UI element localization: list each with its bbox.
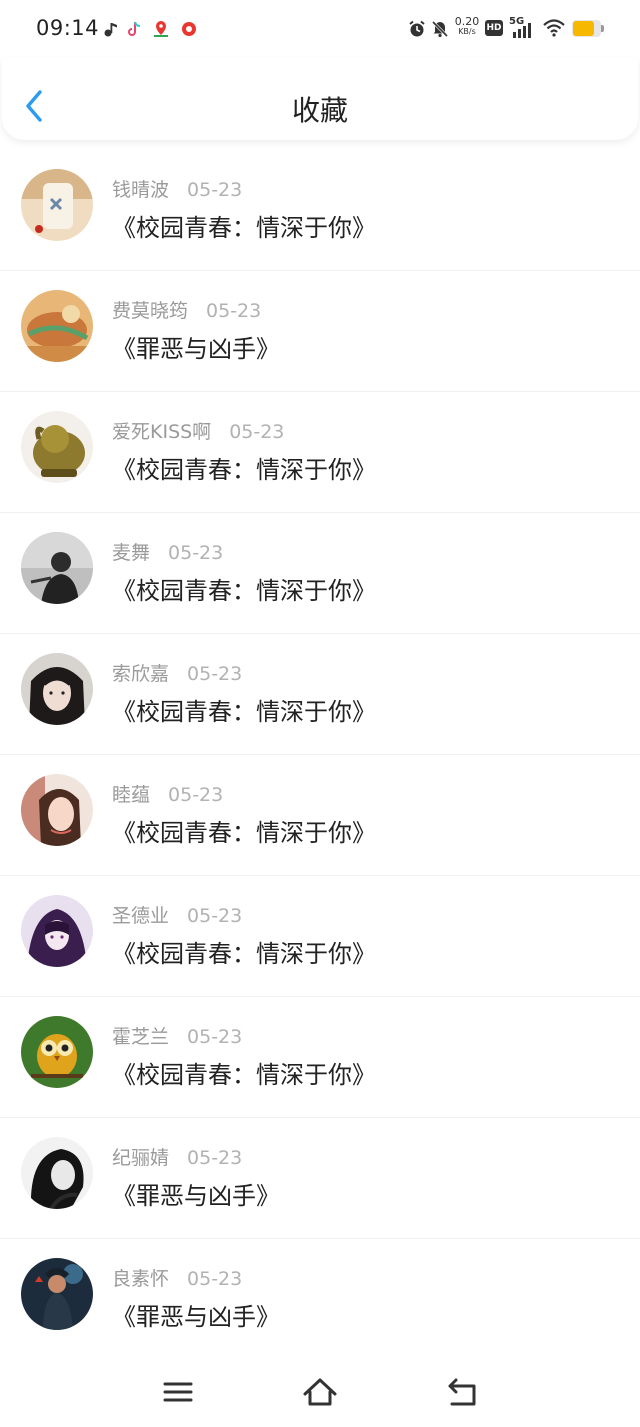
author-name: 良素怀: [112, 1268, 170, 1290]
post-date: 05-23: [187, 1147, 243, 1169]
avatar: [21, 774, 93, 846]
favorites-list: 钱晴波 05-23 《校园青春：情深于你》 费莫晓筠 05-23 《罪恶与凶手》 爱…: [0, 150, 640, 1359]
work-title[interactable]: 《校园青春：情深于你》: [112, 450, 376, 485]
signal-bar: [523, 26, 526, 38]
battery-tip: [601, 25, 604, 32]
author-name: 费莫晓筠: [112, 300, 189, 322]
list-item[interactable]: 睦蕴 05-23 《校园青春：情深于你》: [0, 755, 640, 876]
list-item[interactable]: 霍芝兰 05-23 《校园青春：情深于你》: [0, 997, 640, 1118]
signal-bar: [528, 23, 531, 38]
author-name: 霍芝兰: [112, 1026, 170, 1048]
avatar: [21, 532, 93, 604]
net-speed-value: 0.20: [454, 15, 480, 28]
avatar: [21, 1137, 93, 1209]
music-note-icon: [104, 23, 117, 37]
wifi-icon: [543, 19, 565, 37]
author-line: 索欣嘉 05-23: [112, 659, 242, 686]
system-nav-bar: [0, 1362, 640, 1427]
post-date: 05-23: [206, 300, 262, 322]
list-item[interactable]: 纪骊婧 05-23 《罪恶与凶手》: [0, 1118, 640, 1239]
alarm-icon: [409, 20, 425, 37]
post-date: 05-23: [229, 421, 285, 443]
avatar: [21, 1016, 93, 1088]
work-title[interactable]: 《校园青春：情深于你》: [112, 813, 376, 848]
tiktok-icon: [128, 21, 141, 36]
status-time: 09:14: [36, 16, 100, 40]
author-name: 爱死KISS啊: [112, 421, 212, 443]
list-item[interactable]: 良素怀 05-23 《罪恶与凶手》: [0, 1239, 640, 1359]
list-item[interactable]: 爱死KISS啊 05-23 《校园青春：情深于你》: [0, 392, 640, 513]
work-title[interactable]: 《罪恶与凶手》: [112, 329, 280, 364]
work-title[interactable]: 《罪恶与凶手》: [112, 1297, 280, 1332]
video-app-icon: [182, 22, 196, 36]
post-date: 05-23: [187, 663, 243, 685]
avatar: [21, 895, 93, 967]
home-icon[interactable]: [300, 1372, 340, 1412]
net-speed-unit: KB/s: [458, 27, 476, 36]
bell-off-icon: [431, 20, 449, 38]
author-name: 圣德业: [112, 905, 170, 927]
author-line: 睦蕴 05-23: [112, 780, 223, 807]
net-speed: 0.20 KB/s: [454, 15, 480, 37]
author-name: 纪骊婧: [112, 1147, 170, 1169]
author-line: 良素怀 05-23: [112, 1264, 242, 1291]
list-item[interactable]: 钱晴波 05-23 《校园青春：情深于你》: [0, 150, 640, 271]
post-date: 05-23: [168, 784, 224, 806]
work-title[interactable]: 《罪恶与凶手》: [112, 1176, 280, 1211]
avatar: [21, 1258, 93, 1330]
work-title[interactable]: 《校园青春：情深于你》: [112, 571, 376, 606]
list-item[interactable]: 圣德业 05-23 《校园青春：情深于你》: [0, 876, 640, 997]
signal-bar: [518, 29, 521, 38]
work-title[interactable]: 《校园青春：情深于你》: [112, 1055, 376, 1090]
work-title[interactable]: 《校园青春：情深于你》: [112, 208, 376, 243]
author-line: 麦舞 05-23: [112, 538, 223, 565]
post-date: 05-23: [168, 542, 224, 564]
author-name: 索欣嘉: [112, 663, 170, 685]
author-line: 爱死KISS啊 05-23: [112, 417, 284, 444]
signal-type: 5G: [509, 16, 525, 27]
avatar: [21, 411, 93, 483]
list-item[interactable]: 费莫晓筠 05-23 《罪恶与凶手》: [0, 271, 640, 392]
battery-icon: [572, 20, 604, 37]
hd-badge: HD: [485, 20, 503, 36]
work-title[interactable]: 《校园青春：情深于你》: [112, 692, 376, 727]
author-line: 钱晴波 05-23: [112, 175, 242, 202]
menu-icon[interactable]: [158, 1372, 198, 1412]
list-item[interactable]: 索欣嘉 05-23 《校园青春：情深于你》: [0, 634, 640, 755]
signal-bar: [513, 32, 516, 38]
author-name: 麦舞: [112, 542, 151, 564]
back-icon[interactable]: [442, 1372, 482, 1412]
author-name: 睦蕴: [112, 784, 151, 806]
work-title[interactable]: 《校园青春：情深于你》: [112, 934, 376, 969]
post-date: 05-23: [187, 1026, 243, 1048]
status-bar: 09:14 0.20 KB/s HD 5G: [0, 0, 640, 58]
cell-signal: 5G: [509, 16, 537, 40]
avatar: [21, 169, 93, 241]
post-date: 05-23: [187, 1268, 243, 1290]
page-title: 收藏: [291, 94, 348, 127]
author-name: 钱晴波: [112, 179, 170, 201]
author-line: 圣德业 05-23: [112, 901, 242, 928]
battery-fill: [573, 21, 594, 36]
maps-pin-icon: [154, 21, 168, 37]
author-line: 纪骊婧 05-23: [112, 1143, 242, 1170]
post-date: 05-23: [187, 905, 243, 927]
post-date: 05-23: [187, 179, 243, 201]
list-item[interactable]: 麦舞 05-23 《校园青春：情深于你》: [0, 513, 640, 634]
avatar: [21, 653, 93, 725]
author-line: 霍芝兰 05-23: [112, 1022, 242, 1049]
avatar: [21, 290, 93, 362]
author-line: 费莫晓筠 05-23: [112, 296, 261, 323]
